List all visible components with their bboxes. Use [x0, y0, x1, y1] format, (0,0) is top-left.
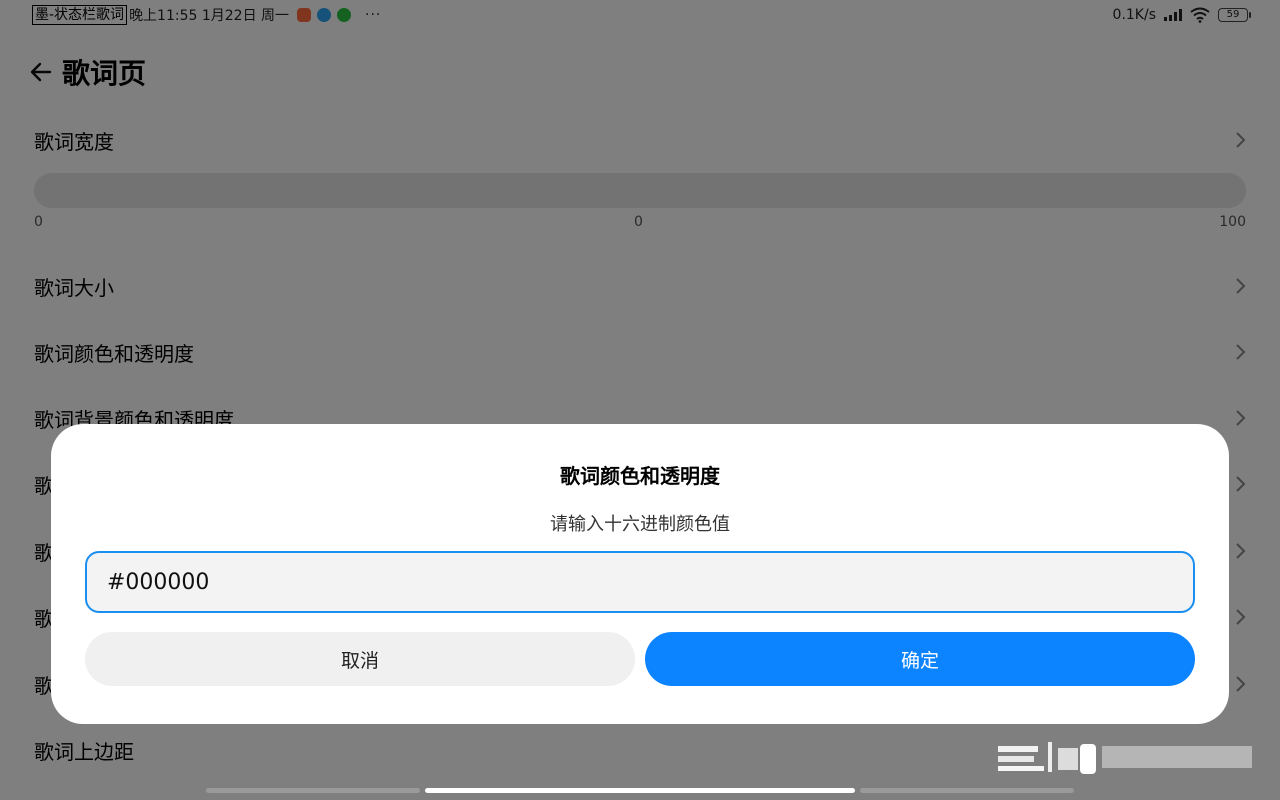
screen: 墨-状态栏歌词 晚上11:55 1月22日 周一 ··· 0.1K/s 59: [0, 0, 1280, 800]
nav-home-handle[interactable]: [425, 788, 855, 793]
dialog-message: 请输入十六进制颜色值: [550, 514, 730, 535]
hex-color-input[interactable]: [85, 551, 1195, 613]
confirm-button[interactable]: 确定: [645, 632, 1195, 686]
floating-lyric-preview: [998, 742, 1252, 774]
nav-pill-right: [860, 788, 1074, 793]
cancel-button[interactable]: 取消: [85, 632, 635, 686]
dialog-title: 歌词颜色和透明度: [560, 464, 720, 488]
nav-pill-left: [206, 788, 420, 793]
color-input-dialog: 歌词颜色和透明度 请输入十六进制颜色值 取消 确定: [51, 424, 1229, 724]
navigation-bar: [0, 780, 1280, 800]
